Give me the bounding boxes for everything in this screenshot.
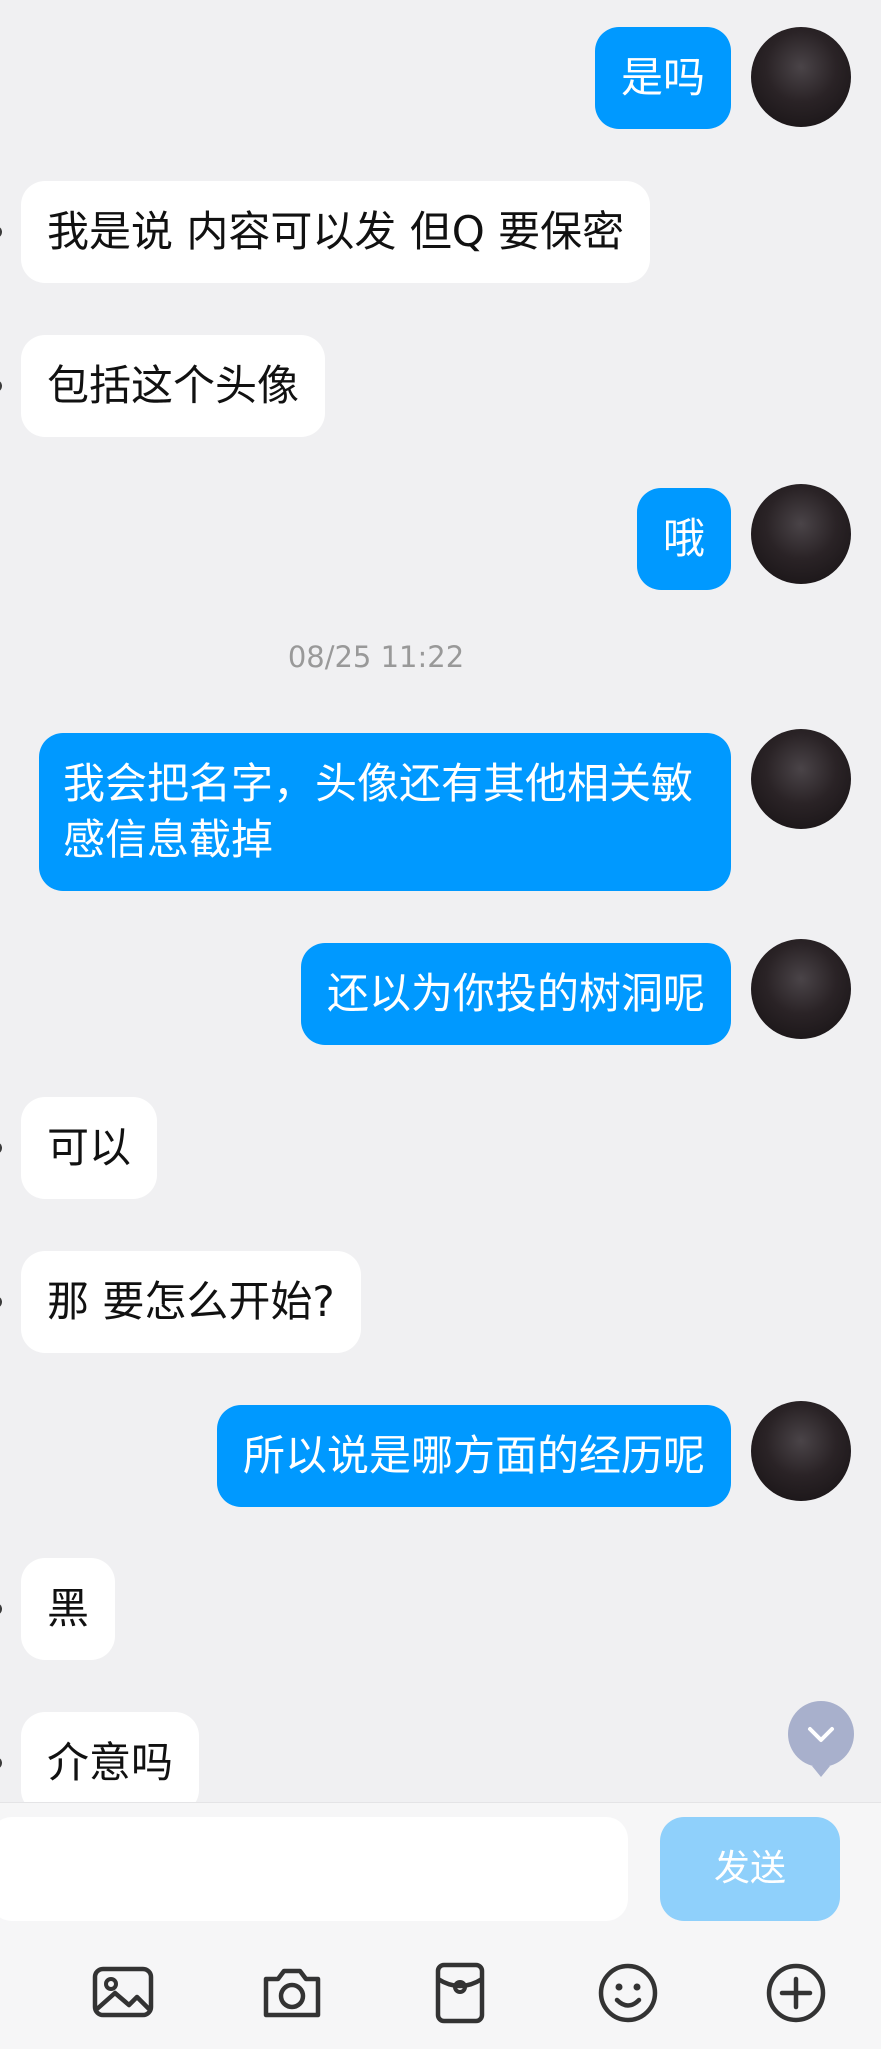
camera-icon[interactable] [254,1955,330,2031]
message-incoming: 那 要怎么开始? [0,1251,881,1355]
sender-avatar-edge[interactable] [0,380,2,392]
avatar[interactable] [751,729,851,829]
message-outgoing: 哦 [0,484,881,592]
message-bubble[interactable]: 包括这个头像 [21,335,326,437]
sender-avatar-edge[interactable] [0,1603,2,1615]
message-outgoing: 是吗 [0,27,881,131]
message-incoming: 可以 [0,1097,881,1201]
red-packet-icon[interactable] [422,1955,498,2031]
message-incoming: 黑 [0,1558,881,1662]
message-bubble[interactable]: 介意吗 [21,1712,200,1814]
message-bubble[interactable]: 还以为你投的树洞呢 [300,943,731,1045]
sender-avatar-edge[interactable] [0,1142,2,1154]
sender-avatar-edge[interactable] [0,226,2,238]
message-outgoing: 我会把名字，头像还有其他相关敏感信息截掉 [0,729,881,891]
avatar[interactable] [751,939,851,1039]
message-input[interactable] [0,1817,628,1921]
message-bubble[interactable]: 那 要怎么开始? [21,1251,361,1353]
avatar[interactable] [751,27,851,127]
message-bubble[interactable]: 哦 [636,488,731,590]
message-bubble[interactable]: 是吗 [594,27,731,129]
message-incoming: 包括这个头像 [0,335,881,439]
scroll-to-bottom-button[interactable] [788,1701,854,1767]
sender-avatar-edge[interactable] [0,1757,2,1769]
message-outgoing: 所以说是哪方面的经历呢 [0,1401,881,1509]
message-bubble[interactable]: 我是说 内容可以发 但Q 要保密 [21,181,651,283]
message-bubble[interactable]: 可以 [21,1097,158,1199]
send-button[interactable]: 发送 [660,1817,840,1921]
message-incoming: 介意吗 [0,1712,881,1816]
timestamp: 08/25 11:22 [287,640,465,674]
emoji-icon[interactable] [590,1955,666,2031]
avatar[interactable] [751,484,851,584]
sender-avatar-edge[interactable] [0,1296,2,1308]
message-bubble[interactable]: 我会把名字，头像还有其他相关敏感信息截掉 [39,733,731,891]
plus-icon[interactable] [758,1955,834,2031]
chevron-down-icon [808,1727,834,1742]
message-bubble[interactable]: 黑 [21,1558,116,1660]
message-bubble[interactable]: 所以说是哪方面的经历呢 [216,1405,731,1507]
message-outgoing: 还以为你投的树洞呢 [0,939,881,1047]
avatar[interactable] [751,1401,851,1501]
image-icon[interactable] [85,1955,161,2031]
composer-bar: 发送 [0,1802,881,2049]
message-incoming: 我是说 内容可以发 但Q 要保密 [0,181,881,285]
